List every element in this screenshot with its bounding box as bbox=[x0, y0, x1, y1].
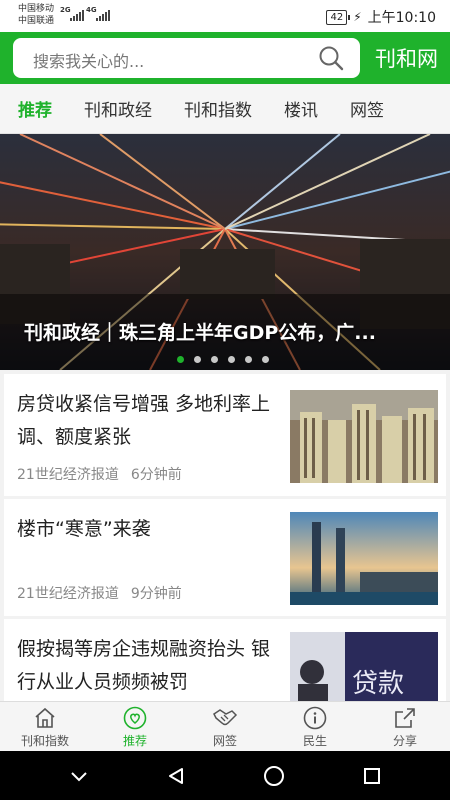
article-time: 6分钟前 bbox=[130, 467, 182, 483]
search-input[interactable]: 搜索我关心的... bbox=[33, 48, 144, 72]
article-thumbnail[interactable]: 贷款 bbox=[290, 632, 438, 701]
nav-label: 推荐 bbox=[122, 734, 147, 748]
nav-recommend[interactable]: 推荐 bbox=[90, 702, 180, 751]
tab-recommend[interactable]: 推荐 bbox=[18, 96, 52, 121]
article-card[interactable]: 房贷收紧信号增强 多地利率上调、额度紧张 21世纪经济报道 6分钟前 bbox=[4, 374, 446, 496]
handshake-icon bbox=[213, 709, 238, 726]
article-title[interactable]: 假按揭等房企违规融资抬头 银行从业人员频频被罚 bbox=[17, 633, 283, 699]
carrier-labels: 中国移动 中国联通 bbox=[18, 3, 54, 27]
nav-index[interactable]: 刊和指数 bbox=[0, 702, 90, 751]
carrier-1: 中国移动 bbox=[18, 4, 55, 14]
search-icon[interactable] bbox=[318, 45, 344, 71]
bottom-navigation: 刊和指数 推荐 网签 民生 分享 bbox=[0, 701, 450, 751]
carrier-2: 中国联通 bbox=[18, 16, 55, 26]
clock: 上午10:10 bbox=[367, 10, 436, 26]
nav-livelihood[interactable]: 民生 bbox=[270, 702, 360, 751]
article-source: 21世纪经济报道 bbox=[17, 586, 119, 602]
system-navigation-bar bbox=[0, 751, 450, 800]
signal-icon bbox=[70, 9, 84, 21]
carousel-dot[interactable] bbox=[211, 356, 218, 363]
category-tabs: 推荐 刊和政经 刊和指数 楼讯 网签 bbox=[0, 84, 450, 134]
article-meta: 21世纪经济报道 6分钟前 bbox=[17, 464, 182, 484]
home-icon bbox=[35, 707, 55, 728]
back-icon[interactable] bbox=[166, 766, 186, 786]
battery-icon: 42 bbox=[326, 9, 350, 25]
recent-apps-icon[interactable] bbox=[362, 766, 382, 786]
charging-icon: ⚡ bbox=[353, 10, 362, 24]
carousel-dot[interactable] bbox=[262, 356, 269, 363]
nav-share[interactable]: 分享 bbox=[360, 702, 450, 751]
heart-icon bbox=[123, 706, 147, 730]
article-card[interactable]: 假按揭等房企违规融资抬头 银行从业人员频频被罚 贷款 bbox=[4, 619, 446, 701]
article-meta: 21世纪经济报道 9分钟前 bbox=[17, 583, 182, 603]
brand-title: 刊和网 bbox=[375, 47, 438, 71]
info-icon bbox=[303, 706, 327, 730]
thumbnail-text-art: 贷款 bbox=[352, 669, 404, 699]
carousel-dot[interactable] bbox=[245, 356, 252, 363]
carousel-dot[interactable] bbox=[194, 356, 201, 363]
search-box[interactable]: 搜索我关心的... bbox=[13, 38, 360, 78]
banner-caption[interactable]: 刊和政经｜珠三角上半年GDP公布，广... bbox=[24, 318, 376, 345]
carousel-indicator bbox=[177, 356, 269, 363]
tab-contract-signing[interactable]: 网签 bbox=[350, 96, 384, 121]
tab-index[interactable]: 刊和指数 bbox=[184, 96, 252, 121]
article-title[interactable]: 楼市“寒意”来袭 bbox=[17, 513, 283, 546]
home-button-icon[interactable] bbox=[263, 765, 285, 787]
nav-label: 刊和指数 bbox=[20, 734, 69, 748]
collapse-icon[interactable] bbox=[69, 766, 89, 786]
signal-icon-2 bbox=[96, 9, 110, 21]
nav-contract-signing[interactable]: 网签 bbox=[180, 702, 270, 751]
article-title[interactable]: 房贷收紧信号增强 多地利率上调、额度紧张 bbox=[17, 388, 283, 454]
nav-label: 民生 bbox=[302, 734, 327, 748]
tab-politics-economy[interactable]: 刊和政经 bbox=[84, 96, 152, 121]
banner-carousel[interactable]: 刊和政经｜珠三角上半年GDP公布，广... bbox=[0, 134, 450, 370]
article-thumbnail[interactable] bbox=[290, 512, 438, 605]
carousel-dot[interactable] bbox=[177, 356, 184, 363]
article-source: 21世纪经济报道 bbox=[17, 467, 119, 483]
nav-label: 网签 bbox=[212, 734, 237, 748]
article-time: 9分钟前 bbox=[130, 586, 182, 602]
tab-property-news[interactable]: 楼讯 bbox=[284, 96, 318, 121]
nav-label: 分享 bbox=[392, 734, 417, 748]
article-card[interactable]: 楼市“寒意”来袭 21世纪经济报道 9分钟前 bbox=[4, 499, 446, 616]
top-bar: 搜索我关心的... 刊和网 bbox=[0, 32, 450, 84]
article-thumbnail[interactable] bbox=[290, 390, 438, 483]
share-icon bbox=[395, 708, 415, 728]
status-bar: 中国移动 中国联通 2G 4G 42 ⚡ 上午10:10 bbox=[0, 0, 450, 32]
carousel-dot[interactable] bbox=[228, 356, 235, 363]
